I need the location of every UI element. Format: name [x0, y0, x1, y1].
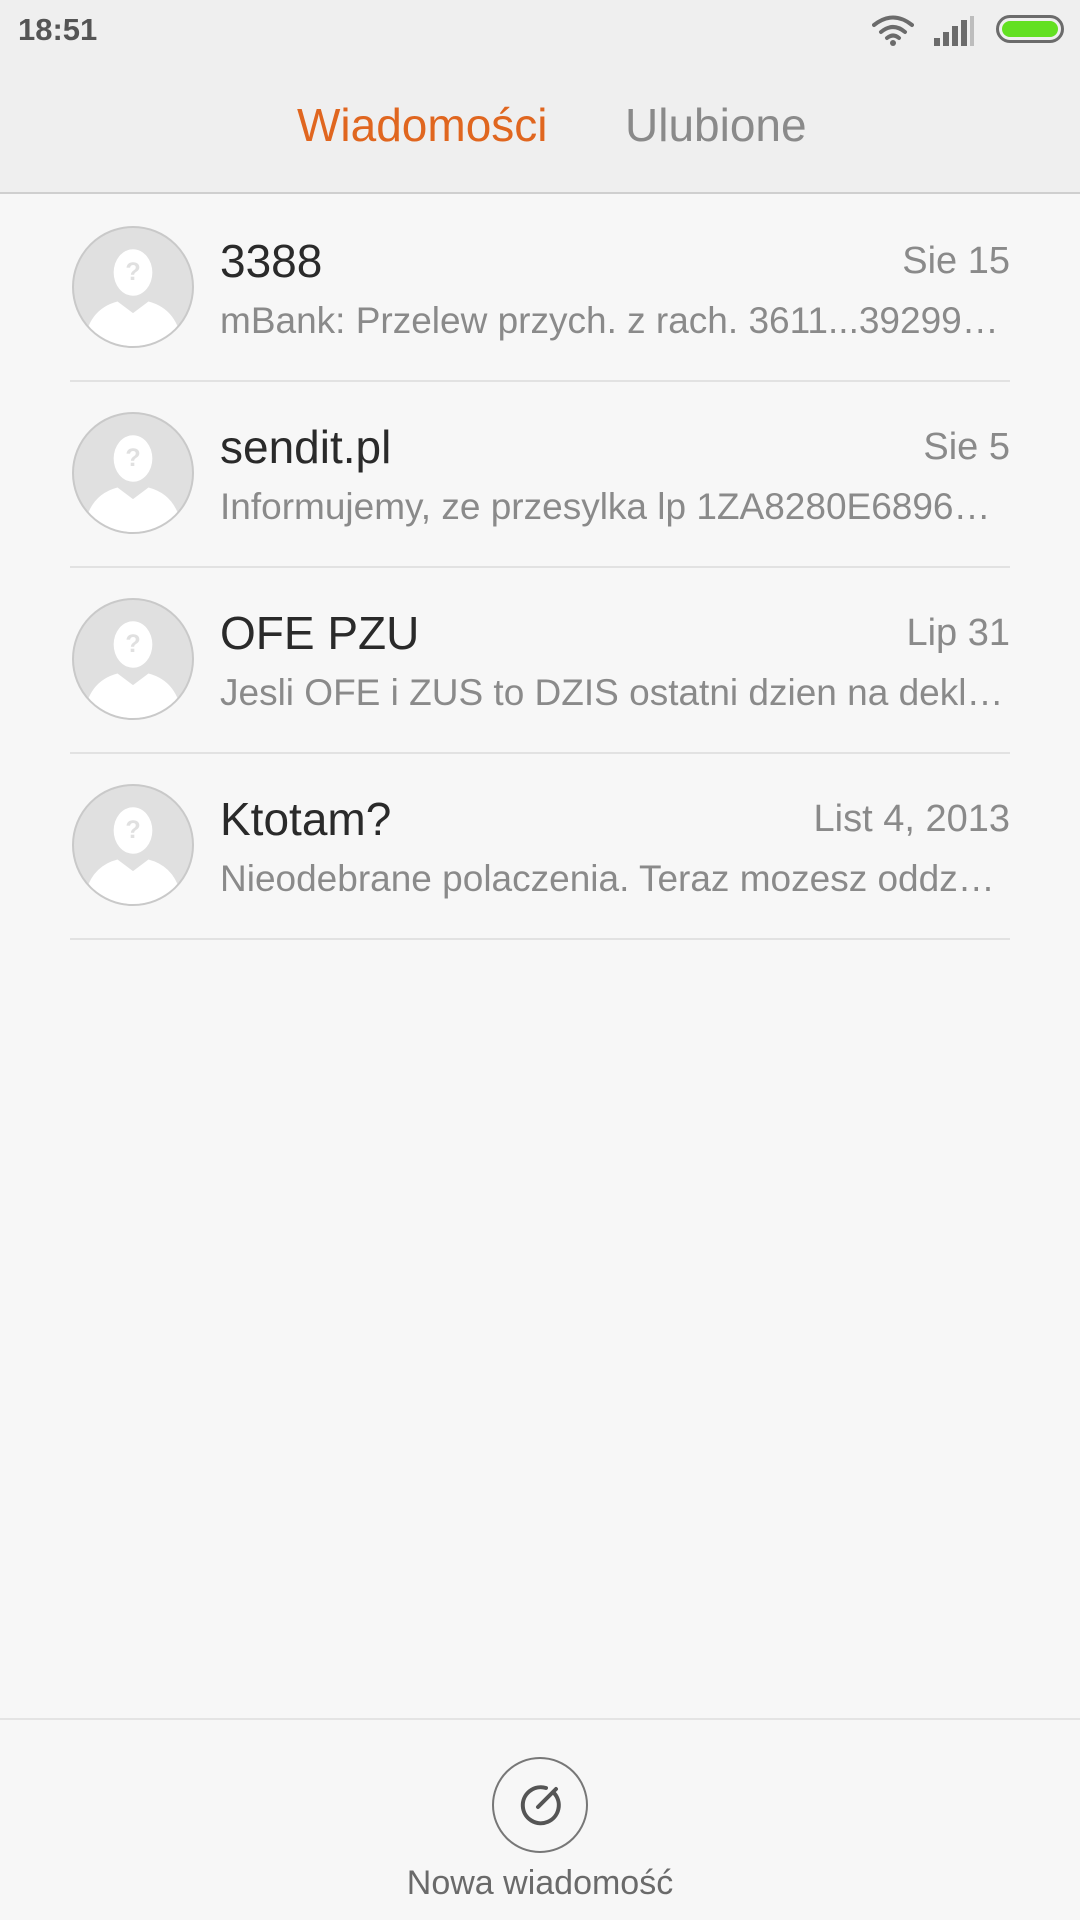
avatar: ?	[72, 226, 194, 348]
svg-text:?: ?	[125, 816, 140, 844]
battery-level	[1002, 21, 1058, 37]
conversation-date: Lip 31	[906, 612, 1010, 654]
tab-messages[interactable]: Wiadomości	[297, 98, 548, 152]
status-bar: 18:51	[0, 0, 1080, 60]
conversation-preview: mBank: Przelew przych. z rach. 3611...39…	[220, 300, 1010, 341]
status-time: 18:51	[18, 12, 98, 47]
signal-icon	[934, 16, 974, 46]
conversation-list: ? 3388 Sie 15 mBank: Przelew przych. z r…	[0, 196, 1080, 940]
compose-button[interactable]	[492, 1757, 588, 1853]
conversation-name: Ktotam?	[220, 793, 392, 845]
conversation-date: Sie 15	[902, 240, 1010, 282]
avatar: ?	[72, 784, 194, 906]
conversation-item[interactable]: ? 3388 Sie 15 mBank: Przelew przych. z r…	[70, 196, 1010, 382]
unknown-contact-icon: ?	[83, 249, 183, 346]
compose-label[interactable]: Nowa wiadomość	[0, 1864, 1080, 1903]
conversation-name: sendit.pl	[220, 421, 392, 473]
svg-text:?: ?	[125, 630, 140, 658]
svg-text:?: ?	[125, 444, 140, 472]
tab-bar: Wiadomości Ulubione	[0, 60, 1080, 194]
conversation-name: 3388	[220, 235, 323, 287]
svg-text:?: ?	[125, 258, 140, 286]
conversation-preview: Informujemy, ze przesylka lp 1ZA8280E689…	[220, 486, 1010, 527]
tab-favorites[interactable]: Ulubione	[625, 98, 807, 152]
compose-icon	[520, 1785, 561, 1826]
unknown-contact-icon: ?	[83, 621, 183, 718]
conversation-preview: Nieodebrane polaczenia. Teraz mozesz odd…	[220, 858, 1010, 899]
conversation-item[interactable]: ? OFE PZU Lip 31 Jesli OFE i ZUS to DZIS…	[70, 568, 1010, 754]
conversation-date: List 4, 2013	[813, 798, 1010, 840]
avatar: ?	[72, 412, 194, 534]
bottom-bar: Nowa wiadomość	[0, 1718, 1080, 1920]
conversation-preview: Jesli OFE i ZUS to DZIS ostatni dzien na…	[220, 672, 1010, 713]
avatar: ?	[72, 598, 194, 720]
conversation-date: Sie 5	[923, 426, 1010, 468]
conversation-item[interactable]: ? sendit.pl Sie 5 Informujemy, ze przesy…	[70, 382, 1010, 568]
battery-icon	[996, 15, 1064, 43]
conversation-name: OFE PZU	[220, 607, 420, 659]
unknown-contact-icon: ?	[83, 435, 183, 532]
unknown-contact-icon: ?	[83, 807, 183, 904]
wifi-icon	[872, 15, 914, 46]
conversation-item[interactable]: ? Ktotam? List 4, 2013 Nieodebrane polac…	[70, 754, 1010, 940]
